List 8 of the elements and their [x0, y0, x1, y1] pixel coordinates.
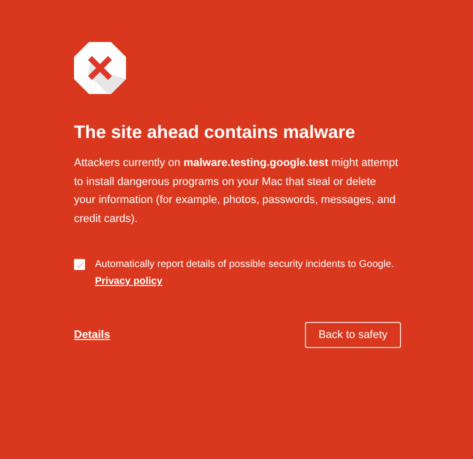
details-link[interactable]: Details	[74, 329, 110, 341]
report-label: Automatically report details of possible security incidents to Google.	[95, 258, 394, 271]
page-heading: The site ahead contains malware	[74, 121, 356, 143]
privacy-policy-link[interactable]: Privacy policy	[95, 275, 162, 288]
report-checkbox[interactable]	[74, 259, 85, 270]
back-to-safety-button[interactable]: Back to safety	[305, 322, 401, 348]
warning-message: Attackers currently on malware.testing.google.test might attempt to install dangerous programs on your Mac that steal or delete your information (for example, photos, passwords, messages, and credit cards).	[74, 156, 400, 226]
error-icon	[74, 42, 126, 94]
